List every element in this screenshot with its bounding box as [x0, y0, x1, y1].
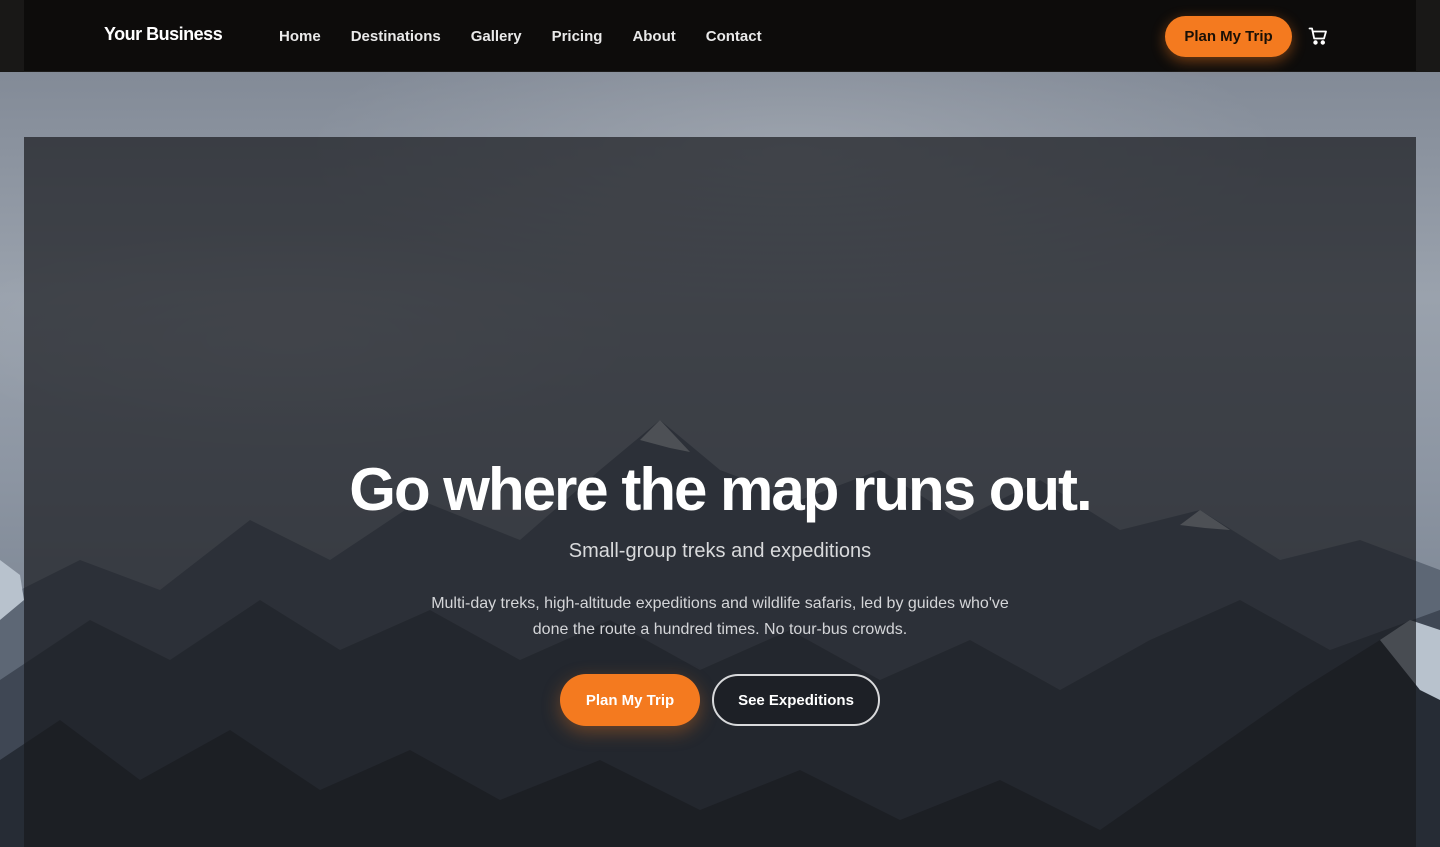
nav-link-destinations[interactable]: Destinations [351, 28, 441, 45]
cart-icon[interactable] [1308, 26, 1328, 46]
nav-link-about[interactable]: About [632, 28, 675, 45]
nav-link-gallery[interactable]: Gallery [471, 28, 522, 45]
hero-subtitle: Small-group treks and expeditions [568, 540, 872, 562]
hero-description: Multi-day treks, high-altitude expeditio… [431, 595, 1009, 638]
nav-link-pricing[interactable]: Pricing [552, 28, 603, 45]
plan-my-trip-nav-button[interactable]: Plan My Trip [1165, 16, 1292, 57]
plan-my-trip-button[interactable]: Plan My Trip [560, 674, 700, 726]
top-navbar: Your Business Home Destinations Gallery … [0, 0, 1440, 72]
nav-link-home[interactable]: Home [279, 28, 321, 45]
brand-logo[interactable]: Your Business [104, 24, 223, 45]
hero-actions: Plan My Trip See Expeditions [560, 674, 880, 726]
hero-title: Go where the map runs out. [349, 456, 1092, 523]
hero-section: Go where the map runs out. Small-group t… [24, 137, 1416, 847]
see-expeditions-button[interactable]: See Expeditions [712, 674, 880, 726]
primary-nav: Home Destinations Gallery Pricing About … [279, 28, 762, 45]
nav-link-contact[interactable]: Contact [706, 28, 762, 45]
